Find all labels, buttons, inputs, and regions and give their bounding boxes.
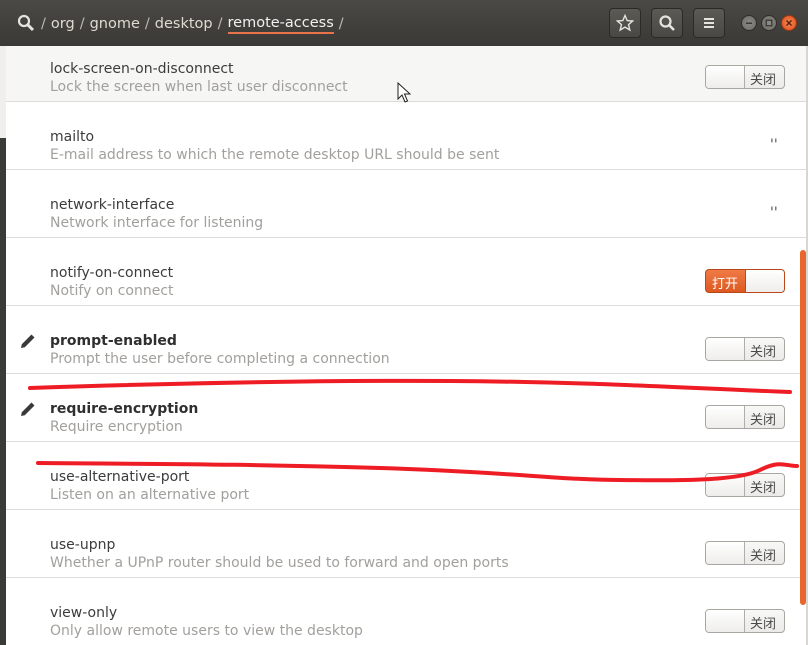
list-item[interactable]: use-upnp Whether a UPnP router should be…: [6, 511, 806, 578]
dconf-editor-icon[interactable]: [17, 14, 35, 32]
toggle-switch[interactable]: 打开: [705, 269, 785, 293]
menu-icon: [704, 18, 714, 28]
toggle-label: 打开: [712, 277, 739, 292]
toggle-label: 关闭: [750, 549, 777, 564]
key-description: Prompt the user before completing a conn…: [50, 351, 390, 367]
star-icon: [616, 14, 634, 32]
minimize-button[interactable]: [741, 15, 757, 31]
maximize-button[interactable]: [761, 15, 777, 31]
key-description: Notify on connect: [50, 283, 174, 299]
key-description: Lock the screen when last user disconnec…: [50, 79, 348, 95]
scrollbar[interactable]: [800, 250, 806, 605]
key-name: use-alternative-port: [50, 469, 190, 485]
breadcrumb-separator: /: [217, 16, 223, 32]
key-name: view-only: [50, 605, 118, 621]
toggle-switch[interactable]: 关闭: [705, 609, 785, 633]
key-name: network-interface: [50, 197, 175, 213]
key-name: prompt-enabled: [50, 333, 177, 349]
key-value: '': [770, 137, 778, 153]
bookmark-button[interactable]: [609, 8, 641, 38]
list-item[interactable]: network-interface Network interface for …: [6, 171, 806, 238]
key-name: mailto: [50, 129, 95, 145]
key-name: require-encryption: [50, 401, 199, 417]
pencil-icon: [21, 402, 35, 416]
pencil-icon: [21, 334, 35, 348]
breadcrumb-separator: /: [338, 16, 344, 32]
breadcrumb-separator: /: [41, 16, 46, 32]
menu-button[interactable]: [693, 8, 725, 38]
list-item[interactable]: require-encryption Require encryption 关闭: [6, 375, 806, 442]
key-description: Listen on an alternative port: [50, 487, 250, 503]
breadcrumb-separator: /: [144, 16, 150, 32]
breadcrumb-desktop[interactable]: desktop: [155, 16, 213, 32]
key-name: notify-on-connect: [50, 265, 174, 281]
key-description: E-mail address to which the remote deskt…: [50, 147, 500, 163]
search-button[interactable]: [651, 8, 683, 38]
header-bar: / org / gnome / desktop / remote-access …: [0, 0, 808, 46]
breadcrumb-remote-access[interactable]: remote-access: [227, 15, 334, 34]
list-item[interactable]: mailto E-mail address to which the remot…: [6, 103, 806, 170]
toggle-label: 关闭: [750, 481, 777, 496]
key-description: Only allow remote users to view the desk…: [50, 623, 363, 639]
list-item[interactable]: view-only Only allow remote users to vie…: [6, 579, 806, 645]
key-list: lock-screen-on-disconnect Lock the scree…: [6, 46, 806, 645]
toggle-label: 关闭: [750, 73, 777, 88]
list-item[interactable]: use-alternative-port Listen on an altern…: [6, 443, 806, 510]
breadcrumb-separator: /: [79, 16, 85, 32]
search-icon: [659, 15, 675, 31]
list-item[interactable]: notify-on-connect Notify on connect 打开: [6, 239, 806, 306]
toggle-label: 关闭: [750, 617, 777, 632]
key-name: use-upnp: [50, 537, 116, 553]
toggle-label: 关闭: [750, 413, 777, 428]
minimize-icon: [746, 22, 752, 24]
breadcrumb: / org / gnome / desktop / remote-access …: [36, 13, 349, 35]
list-item[interactable]: prompt-enabled Prompt the user before co…: [6, 307, 806, 374]
key-name: lock-screen-on-disconnect: [50, 61, 234, 77]
toggle-switch[interactable]: 关闭: [705, 337, 785, 361]
close-icon: [786, 20, 792, 26]
close-button[interactable]: [781, 15, 797, 31]
toggle-switch[interactable]: 关闭: [705, 65, 785, 89]
maximize-icon: [765, 19, 773, 27]
mouse-cursor-icon: [397, 82, 411, 103]
breadcrumb-gnome[interactable]: gnome: [90, 16, 140, 32]
breadcrumb-org[interactable]: org: [51, 16, 75, 32]
key-description: Whether a UPnP router should be used to …: [50, 555, 509, 571]
key-description: Network interface for listening: [50, 215, 264, 231]
toggle-switch[interactable]: 关闭: [705, 541, 785, 565]
key-value: '': [770, 205, 778, 221]
toggle-switch[interactable]: 关闭: [705, 473, 785, 497]
toggle-label: 关闭: [750, 345, 777, 360]
toggle-switch[interactable]: 关闭: [705, 405, 785, 429]
key-description: Require encryption: [50, 419, 183, 435]
